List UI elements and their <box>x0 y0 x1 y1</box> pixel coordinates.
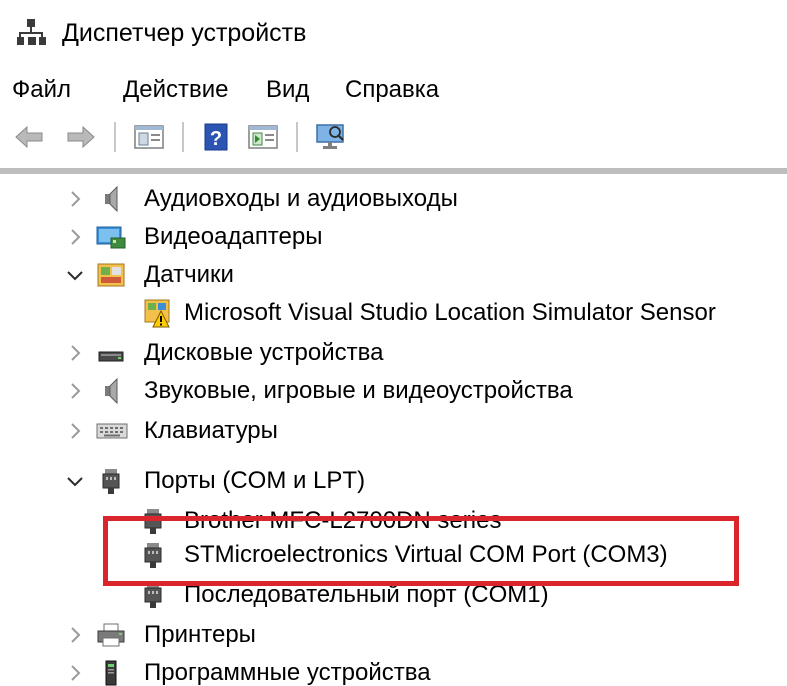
device-manager-icon <box>17 18 47 46</box>
menu-bar: Файл Действие Вид Справка <box>0 72 787 108</box>
chevron-down-icon[interactable] <box>64 469 86 493</box>
toolbar-separator <box>114 122 116 152</box>
tree-node-disk-drives[interactable]: Дисковые устройства <box>0 334 787 372</box>
toolbar-separator <box>182 122 184 152</box>
toolbar: ? <box>0 116 787 158</box>
tree-node-label: Звуковые, игровые и видеоустройства <box>144 377 573 404</box>
tree-node-printers[interactable]: Принтеры <box>0 616 787 654</box>
printer-icon <box>96 620 126 650</box>
tree-node-keyboards[interactable]: Клавиатуры <box>0 412 787 450</box>
tree-node-label: Brother MFC-L2700DN series <box>184 507 502 534</box>
chevron-right-icon[interactable] <box>64 419 86 443</box>
tree-node-audio-inputs-outputs[interactable]: Аудиовходы и аудиовыходы <box>0 180 787 218</box>
menu-file[interactable]: Файл <box>10 72 73 108</box>
tree-node-label: Принтеры <box>144 621 256 648</box>
chevron-right-icon[interactable] <box>64 341 86 365</box>
chevron-right-icon[interactable] <box>64 661 86 685</box>
chevron-down-icon[interactable] <box>64 263 86 287</box>
speaker-icon <box>96 376 126 406</box>
tree-node-label: Датчики <box>144 261 234 288</box>
chevron-right-icon[interactable] <box>64 623 86 647</box>
scan-hardware-icon[interactable] <box>314 120 348 154</box>
toolbar-divider <box>0 168 787 174</box>
tree-node-label: Аудиовходы и аудиовыходы <box>144 185 458 212</box>
help-icon[interactable]: ? <box>200 120 234 154</box>
title-bar: Диспетчер устройств <box>0 0 787 66</box>
tree-device-location-simulator[interactable]: Microsoft Visual Studio Location Simulat… <box>0 294 787 332</box>
tree-node-display-adapters[interactable]: Видеоадаптеры <box>0 218 787 256</box>
software-device-icon <box>96 658 126 686</box>
chevron-right-icon[interactable] <box>64 187 86 211</box>
toolbar-separator <box>296 122 298 152</box>
tree-node-label: Последовательный порт (COM1) <box>184 581 549 608</box>
tree-node-label: Видеоадаптеры <box>144 223 323 250</box>
menu-action[interactable]: Действие <box>121 72 231 108</box>
port-icon <box>96 466 126 496</box>
tree-node-label: Порты (COM и LPT) <box>144 467 366 494</box>
menu-view[interactable]: Вид <box>264 72 311 108</box>
tree-node-label: Microsoft Visual Studio Location Simulat… <box>184 299 716 326</box>
tree-node-label: Клавиатуры <box>144 417 278 444</box>
speaker-icon <box>96 184 126 214</box>
update-driver-icon[interactable] <box>246 120 280 154</box>
port-icon <box>138 506 168 536</box>
window-title: Диспетчер устройств <box>62 19 307 47</box>
properties-icon[interactable] <box>132 120 166 154</box>
device-tree: Аудиовходы и аудиовыходы Видеоадаптеры Д… <box>0 180 787 686</box>
chevron-right-icon[interactable] <box>64 225 86 249</box>
tree-node-sensors[interactable]: Датчики <box>0 256 787 294</box>
monitor-icon <box>96 222 126 252</box>
port-icon <box>138 540 168 570</box>
tree-node-ports[interactable]: Порты (COM и LPT) <box>0 462 787 500</box>
sensor-icon <box>96 260 126 290</box>
tree-device-brother-printer-port[interactable]: Brother MFC-L2700DN series <box>0 502 787 540</box>
keyboard-icon <box>96 416 128 446</box>
menu-help[interactable]: Справка <box>343 72 441 108</box>
forward-arrow-icon[interactable] <box>64 120 98 154</box>
chevron-right-icon[interactable] <box>64 379 86 403</box>
svg-text:?: ? <box>210 128 222 150</box>
back-arrow-icon[interactable] <box>12 120 46 154</box>
port-icon <box>138 580 168 610</box>
disk-icon <box>96 338 126 368</box>
tree-device-serial-port-com1[interactable]: Последовательный порт (COM1) <box>0 576 787 614</box>
tree-node-label: Дисковые устройства <box>144 339 384 366</box>
tree-node-label: STMicroelectronics Virtual COM Port (COM… <box>184 541 668 568</box>
tree-device-stm-virtual-com-port[interactable]: STMicroelectronics Virtual COM Port (COM… <box>0 536 787 574</box>
tree-node-software-devices[interactable]: Программные устройства <box>0 654 787 686</box>
warning-sensor-icon <box>142 298 172 328</box>
tree-node-label: Программные устройства <box>144 659 431 686</box>
tree-node-sound-video-game[interactable]: Звуковые, игровые и видеоустройства <box>0 372 787 410</box>
